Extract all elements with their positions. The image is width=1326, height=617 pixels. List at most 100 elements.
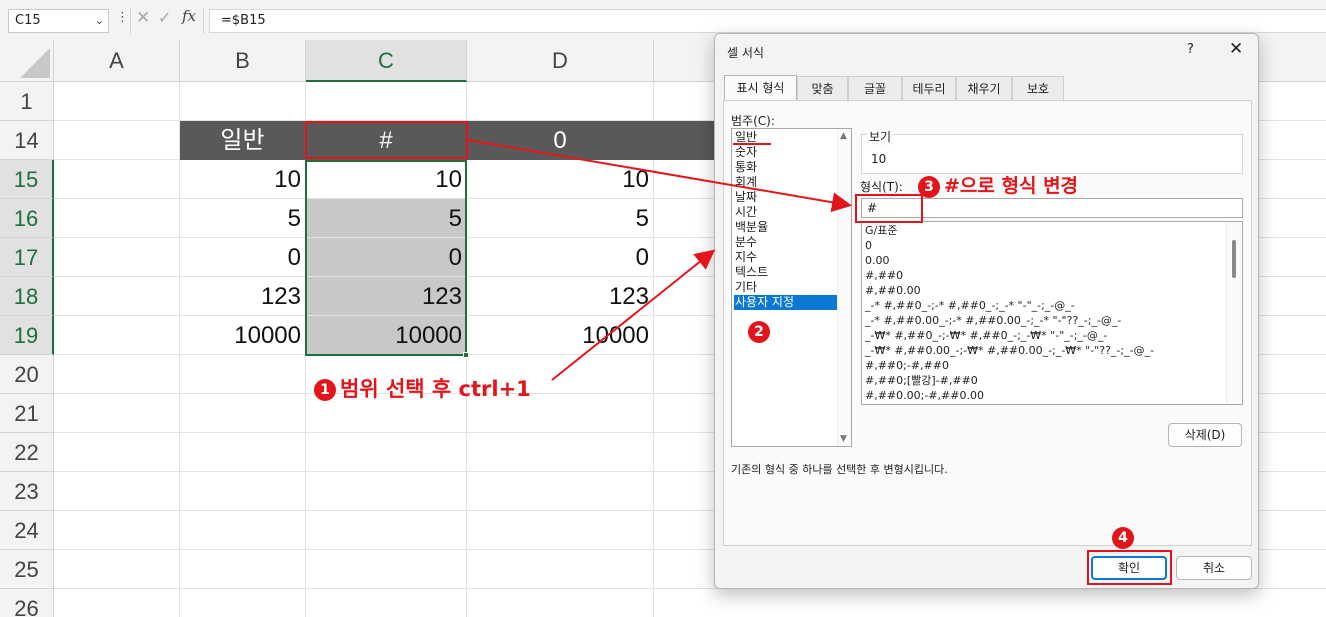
category-item-custom[interactable]: 사용자 지정 <box>734 295 837 310</box>
format-item[interactable]: #,##0.00;-#,##0.00 <box>865 388 984 403</box>
tab-alignment[interactable]: 맞춤 <box>797 76 848 100</box>
cell-d18[interactable]: 123 <box>467 277 654 316</box>
cell-d19[interactable]: 10000 <box>467 316 654 355</box>
cell-d15[interactable]: 10 <box>467 160 654 199</box>
help-icon[interactable]: ? <box>1187 42 1194 57</box>
column-header-b[interactable]: B <box>180 40 306 82</box>
row-header-1[interactable]: 1 <box>0 82 54 121</box>
format-code-list[interactable]: G/표준 0 0.00 #,##0 #,##0.00 _-* #,##0_-;-… <box>861 221 1243 405</box>
scroll-thumb[interactable] <box>1232 240 1236 278</box>
tab-fill[interactable]: 채우기 <box>956 76 1012 100</box>
row-header-25[interactable]: 25 <box>0 550 54 589</box>
row-header-24[interactable]: 24 <box>0 511 54 550</box>
annotation-step4: 4 <box>1112 527 1138 549</box>
cell-c19[interactable]: 10000 <box>306 316 467 355</box>
sample-group <box>861 134 1243 174</box>
row-header-18[interactable]: 18 <box>0 277 54 316</box>
tab-font[interactable]: 글꼴 <box>848 76 902 100</box>
category-item[interactable]: 숫자 <box>734 145 837 160</box>
cell-c15[interactable]: 10 <box>306 160 467 199</box>
step4-badge: 4 <box>1112 527 1134 549</box>
format-item[interactable]: 0.00 <box>865 253 890 268</box>
step1-badge: 1 <box>314 379 336 401</box>
format-item[interactable]: _-* #,##0.00_-;-* #,##0.00_-;_-* "-"??_-… <box>865 313 1121 328</box>
row-header-17[interactable]: 17 <box>0 238 54 277</box>
step1-text: 범위 선택 후 ctrl+1 <box>340 377 531 401</box>
step2-badge: 2 <box>748 321 770 343</box>
annotation-step3: 3 #으로 형식 변경 <box>918 171 1078 198</box>
category-item[interactable]: 텍스트 <box>734 265 837 280</box>
dialog-title: 셀 서식 <box>727 46 764 60</box>
category-label: 범주(C): <box>731 114 775 128</box>
name-box[interactable]: C15 ⌄ <box>8 9 109 33</box>
select-all-corner[interactable] <box>0 40 54 82</box>
cancel-button[interactable]: 취소 <box>1176 556 1252 580</box>
format-item[interactable]: 0 <box>865 238 872 253</box>
more-options-icon[interactable]: ⋮ <box>116 10 129 25</box>
row-header-26[interactable]: 26 <box>0 589 54 617</box>
category-item[interactable]: 백분율 <box>734 220 837 235</box>
highlight-ok-button <box>1087 550 1172 585</box>
format-item[interactable]: _-₩* #,##0_-;-₩* #,##0_-;_-₩* "-"_-;_-@_… <box>865 328 1107 343</box>
category-item[interactable]: 회계 <box>734 175 837 190</box>
cell-d14[interactable]: 0 <box>467 121 654 160</box>
fill-handle[interactable] <box>463 352 469 358</box>
tab-protection[interactable]: 보호 <box>1012 76 1064 100</box>
cell-b17[interactable]: 0 <box>180 238 306 277</box>
format-item[interactable]: _-₩* #,##0.00_-;-₩* #,##0.00_-;_-₩* "-"?… <box>865 343 1154 358</box>
row-header-15[interactable]: 15 <box>0 160 54 199</box>
tab-number[interactable]: 표시 형식 <box>724 75 797 100</box>
category-item[interactable]: 날짜 <box>734 190 837 205</box>
cell-d16[interactable]: 5 <box>467 199 654 238</box>
format-item[interactable]: G/표준 <box>865 223 897 238</box>
cancel-icon[interactable]: ✕ <box>136 8 150 28</box>
scroll-up-icon[interactable]: ▲ <box>840 131 847 141</box>
cell-c18[interactable]: 123 <box>306 277 467 316</box>
cell-b14[interactable]: 일반 <box>180 121 306 160</box>
column-header-d[interactable]: D <box>467 40 654 82</box>
format-item[interactable]: #,##0 <box>865 268 903 283</box>
cell-c17[interactable]: 0 <box>306 238 467 277</box>
category-item[interactable]: 시간 <box>734 205 837 220</box>
row-header-21[interactable]: 21 <box>0 394 54 433</box>
format-list-scrollbar[interactable] <box>1226 222 1242 404</box>
category-list[interactable]: 일반 숫자 통화 회계 날짜 시간 백분율 분수 지수 텍스트 기타 사용자 지… <box>731 128 852 447</box>
cell-e14[interactable] <box>654 121 714 160</box>
column-header-a[interactable]: A <box>54 40 180 82</box>
row-header-22[interactable]: 22 <box>0 433 54 472</box>
cell-b19[interactable]: 10000 <box>180 316 306 355</box>
type-label: 형식(T): <box>860 180 903 194</box>
insert-function-icon[interactable]: fx <box>182 7 196 25</box>
cell-d17[interactable]: 0 <box>467 238 654 277</box>
category-item[interactable]: 기타 <box>734 280 837 295</box>
format-item[interactable]: _-* #,##0_-;-* #,##0_-;_-* "-"_-;_-@_- <box>865 298 1075 313</box>
cell-b15[interactable]: 10 <box>180 160 306 199</box>
chevron-down-icon[interactable]: ⌄ <box>95 10 104 32</box>
format-cells-dialog: 셀 서식 ? ✕ 표시 형식 맞춤 글꼴 테두리 채우기 보호 범주(C): 일… <box>714 33 1259 589</box>
column-header-c[interactable]: C <box>306 40 467 82</box>
category-item[interactable]: 분수 <box>734 235 837 250</box>
sample-label: 보기 <box>867 128 894 145</box>
close-icon[interactable]: ✕ <box>1229 39 1243 59</box>
tab-border[interactable]: 테두리 <box>902 76 956 100</box>
category-item[interactable]: 지수 <box>734 250 837 265</box>
row-header-20[interactable]: 20 <box>0 355 54 394</box>
format-item[interactable]: #,##0;-#,##0 <box>865 358 949 373</box>
row-header-23[interactable]: 23 <box>0 472 54 511</box>
row-header-16[interactable]: 16 <box>0 199 54 238</box>
category-scrollbar[interactable]: ▲ ▼ <box>837 129 851 446</box>
row-header-19[interactable]: 19 <box>0 316 54 355</box>
row-header-14[interactable]: 14 <box>0 121 54 160</box>
format-item[interactable]: #,##0.00 <box>865 283 921 298</box>
format-item[interactable]: #,##0;[빨강]-#,##0 <box>865 373 978 388</box>
highlight-type-input <box>855 194 923 223</box>
name-box-value: C15 <box>15 13 41 28</box>
cell-b18[interactable]: 123 <box>180 277 306 316</box>
cell-c16[interactable]: 5 <box>306 199 467 238</box>
enter-icon[interactable]: ✓ <box>158 8 171 27</box>
scroll-down-icon[interactable]: ▼ <box>840 434 847 444</box>
cell-b16[interactable]: 5 <box>180 199 306 238</box>
delete-button[interactable]: 삭제(D) <box>1168 423 1242 447</box>
formula-input[interactable]: =$B15 <box>209 9 1326 33</box>
category-item[interactable]: 통화 <box>734 160 837 175</box>
